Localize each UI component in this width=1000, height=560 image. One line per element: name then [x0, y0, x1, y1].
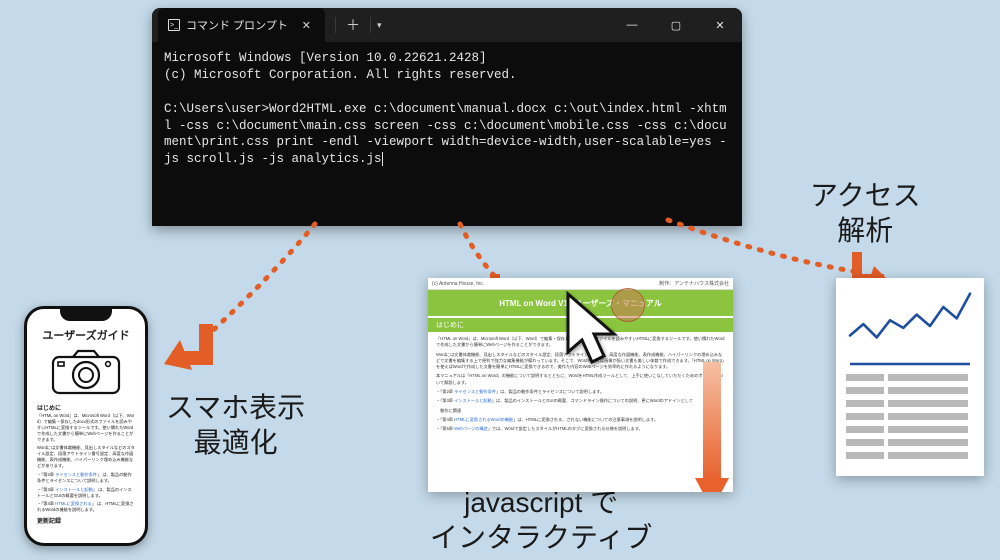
- close-tab-icon[interactable]: ✕: [302, 19, 311, 32]
- terminal-command: C:\Users\user>Word2HTML.exe c:\document\…: [164, 102, 727, 167]
- terminal-tab[interactable]: >_ コマンド プロンプト ✕: [158, 8, 325, 42]
- line-chart: [846, 284, 974, 368]
- phone-paragraph: Wordには文書体裁機能、見出しスタイルなどのスタイル設定、段落アウトライン番号…: [37, 445, 135, 469]
- camera-icon: [51, 349, 121, 395]
- web-top-left: (c) Antenna House, Inc.: [432, 281, 484, 287]
- scroll-down-arrow-icon: [695, 362, 729, 492]
- terminal-window: >_ コマンド プロンプト ✕ ＋ ▾ — ▢ ✕ Microsoft Wind…: [152, 8, 742, 226]
- arrow-head-icon: [162, 320, 222, 380]
- phone-notch: [60, 309, 112, 321]
- web-top-right: 制作：アンテナハウス株式会社: [659, 280, 729, 287]
- minimize-button[interactable]: —: [610, 8, 654, 42]
- phone-paragraph: 「HTML on Word」は、Microsoft Word（以下、Word）で…: [37, 413, 135, 442]
- web-bullet: ・「第5章 Webページの構造」では、Wordで設定したスタイルがHTMLのタグ…: [436, 426, 725, 432]
- web-paragraph: 本マニュアルは「HTML on Word」の機能について説明するとともに、Wor…: [436, 373, 725, 386]
- phone-section-heading: 更新記録: [37, 516, 135, 525]
- close-button[interactable]: ✕: [698, 8, 742, 42]
- terminal-tab-title: コマンド プロンプト: [186, 17, 288, 33]
- text-lines-placeholder: [846, 374, 974, 459]
- terminal-line: (c) Microsoft Corporation. All rights re…: [164, 68, 517, 82]
- phone-section-heading: はじめに: [37, 403, 135, 412]
- terminal-line: Microsoft Windows [Version 10.0.22621.24…: [164, 51, 487, 65]
- web-bullet: 動作に関連: [436, 408, 725, 414]
- phone-bullet: ・「第3章 インストールと起動」 は、製品のインストールとGUIの概要を説明しま…: [37, 487, 135, 499]
- web-bullet: ・「第2章 ライセンスと動作条件」は、製品の動作条件とライセンスについて説明しま…: [436, 389, 725, 395]
- phone-bullet: ・「第2章 ライセンスと動作条件」 は、製品の動作条件とライセンスについて説明し…: [37, 472, 135, 484]
- terminal-titlebar: >_ コマンド プロンプト ✕ ＋ ▾ — ▢ ✕: [152, 8, 742, 42]
- phone-page-title: ユーザーズガイド: [37, 327, 135, 343]
- web-bullet: ・「第3章 インストールと起動」は、製品のインストールとGUIの概要、コマンドラ…: [436, 398, 725, 404]
- maximize-button[interactable]: ▢: [654, 8, 698, 42]
- tab-divider: [370, 17, 371, 33]
- label-smartphone: スマホ表示 最適化: [166, 390, 305, 460]
- phone-bullet: ・「第4章 HTMLに変換される」 は、HTMLに変換されるWordの機能を説明…: [37, 501, 135, 513]
- mouse-cursor-icon: [560, 290, 628, 370]
- terminal-body: Microsoft Windows [Version 10.0.22621.24…: [152, 42, 742, 176]
- tab-divider: [335, 17, 336, 33]
- analytics-document: [836, 278, 984, 476]
- phone-mockup: ユーザーズガイド はじめに 「HTML on Word」は、Microsoft …: [24, 306, 148, 546]
- label-access: アクセス 解析: [810, 178, 921, 248]
- web-topbar: (c) Antenna House, Inc. 制作：アンテナハウス株式会社: [428, 278, 733, 290]
- label-javascript: javascript で インタラクティブ: [430, 485, 652, 555]
- cmd-icon: >_: [168, 19, 180, 31]
- new-tab-button[interactable]: ＋: [346, 15, 360, 35]
- chevron-down-icon[interactable]: ▾: [377, 20, 382, 31]
- text-cursor: [382, 152, 383, 166]
- web-bullet: ・「第4章 HTMLに変換されるWordの機能」は、HTMLに変換される、されな…: [436, 417, 725, 423]
